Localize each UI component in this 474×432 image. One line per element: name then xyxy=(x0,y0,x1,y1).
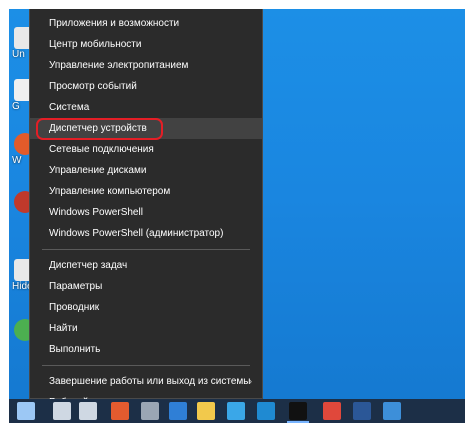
menu-item-label: Приложения и возможности xyxy=(49,18,180,29)
menu-item-label: Windows PowerShell (администратор) xyxy=(49,228,224,239)
menu-item-0-4[interactable]: Система xyxy=(30,97,262,118)
menu-item-label: Сетевые подключения xyxy=(49,144,154,155)
menu-item-0-2[interactable]: Управление электропитанием xyxy=(30,55,262,76)
taskbar xyxy=(9,399,465,423)
winx-context-menu: Приложения и возможности Центр мобильност… xyxy=(29,9,263,408)
photos-icon[interactable] xyxy=(383,402,401,420)
menu-item-1-1[interactable]: Параметры xyxy=(30,276,262,297)
menu-item-label: Просмотр событий xyxy=(49,81,137,92)
menu-item-0-1[interactable]: Центр мобильности xyxy=(30,34,262,55)
running-indicator xyxy=(287,421,309,423)
menu-item-label: Выполнить xyxy=(49,344,101,355)
menu-item-0-8[interactable]: Управление компьютером xyxy=(30,181,262,202)
menu-item-label: Управление дисками xyxy=(49,165,147,176)
task-view-icon[interactable] xyxy=(79,402,97,420)
menu-item-label: Параметры xyxy=(49,281,103,292)
menu-separator xyxy=(42,249,250,250)
menu-item-label: Центр мобильности xyxy=(49,39,142,50)
menu-item-1-2[interactable]: Проводник xyxy=(30,297,262,318)
menu-item-label: Система xyxy=(49,102,90,113)
search-icon[interactable] xyxy=(53,402,71,420)
menu-item-0-5[interactable]: Диспетчер устройств xyxy=(30,118,262,140)
menu-item-label: Диспетчер устройств xyxy=(49,123,147,134)
chevron-right-icon: › xyxy=(249,376,252,386)
explorer-icon[interactable] xyxy=(197,402,215,420)
menu-item-label: Найти xyxy=(49,323,78,334)
vscode-icon[interactable] xyxy=(257,402,275,420)
menu-item-label: Управление электропитанием xyxy=(49,60,189,71)
menu-item-2-0[interactable]: Завершение работы или выход из системы › xyxy=(30,371,262,392)
menu-item-0-6[interactable]: Сетевые подключения xyxy=(30,139,262,160)
menu-item-label: Диспетчер задач xyxy=(49,260,128,271)
mail-icon[interactable] xyxy=(169,402,187,420)
settings-icon[interactable] xyxy=(141,402,159,420)
app-icon[interactable] xyxy=(289,402,307,420)
menu-item-label: Завершение работы или выход из системы xyxy=(49,376,251,387)
word-icon[interactable] xyxy=(353,402,371,420)
menu-item-0-7[interactable]: Управление дисками xyxy=(30,160,262,181)
menu-item-1-3[interactable]: Найти xyxy=(30,318,262,339)
menu-item-label: Проводник xyxy=(49,302,100,313)
menu-item-label: Управление компьютером xyxy=(49,186,171,197)
chrome-icon[interactable] xyxy=(323,402,341,420)
start-button-icon[interactable] xyxy=(17,402,35,420)
screenshot-frame: Un G W Hide Приложения и возможности Цент… xyxy=(9,9,465,423)
menu-item-0-0[interactable]: Приложения и возможности xyxy=(30,13,262,34)
menu-item-0-3[interactable]: Просмотр событий xyxy=(30,76,262,97)
menu-item-0-9[interactable]: Windows PowerShell xyxy=(30,202,262,223)
menu-item-0-10[interactable]: Windows PowerShell (администратор) xyxy=(30,223,262,244)
menu-separator xyxy=(42,365,250,366)
vpn-icon[interactable] xyxy=(227,402,245,420)
menu-item-label: Windows PowerShell xyxy=(49,207,143,218)
menu-item-1-0[interactable]: Диспетчер задач xyxy=(30,255,262,276)
menu-item-1-4[interactable]: Выполнить xyxy=(30,339,262,360)
store-icon[interactable] xyxy=(111,402,129,420)
